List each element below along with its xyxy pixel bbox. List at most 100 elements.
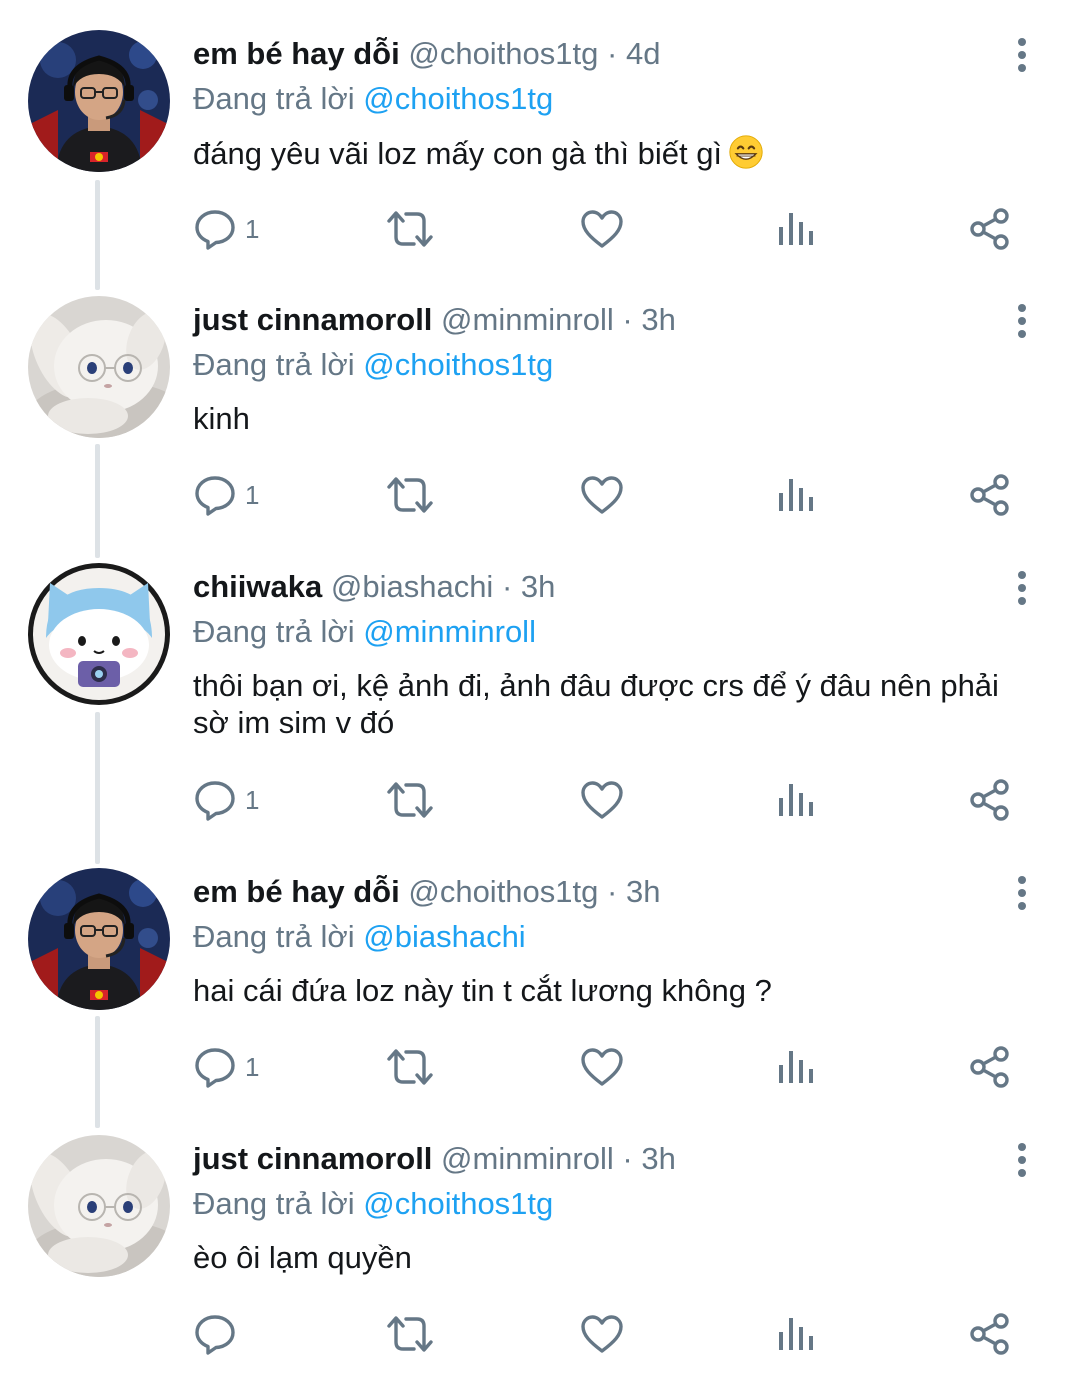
replying-to-label: Đang trả lời <box>193 614 355 649</box>
separator-dot: · <box>501 569 513 604</box>
like-button[interactable] <box>580 770 624 830</box>
tweet-reply[interactable]: chiiwaka @biashachi · 3h Đang trả lời @m… <box>0 533 1080 838</box>
mention-link[interactable]: @biashachi <box>363 919 525 954</box>
mention-link[interactable]: @choithos1tg <box>363 1186 553 1221</box>
tweet-text-content: èo ôi lạm quyền <box>193 1240 412 1275</box>
reply-icon <box>193 473 237 517</box>
tweet-text: thôi bạn ơi, kệ ảnh đi, ảnh đâu được crs… <box>193 667 1043 741</box>
timestamp[interactable]: 4d <box>626 36 660 71</box>
like-icon <box>580 778 624 822</box>
tweet-header: em bé hay dỗi @choithos1tg · 3h <box>193 872 660 912</box>
avatar[interactable] <box>28 868 170 1010</box>
user-handle[interactable]: @choithos1tg <box>408 36 598 71</box>
replying-to-label: Đang trả lời <box>193 347 355 382</box>
timestamp[interactable]: 3h <box>641 302 675 337</box>
more-options-icon[interactable] <box>1010 304 1034 338</box>
user-handle[interactable]: @biashachi <box>331 569 493 604</box>
reply-count: 1 <box>245 1051 260 1082</box>
analytics-button[interactable] <box>775 465 815 525</box>
reply-button[interactable]: 1 <box>193 199 259 259</box>
retweet-icon <box>385 778 435 822</box>
share-button[interactable] <box>968 770 1012 830</box>
display-name[interactable]: just cinnamoroll <box>193 302 432 337</box>
display-name[interactable]: em bé hay dỗi <box>193 36 400 71</box>
grinning-face-emoji <box>728 134 764 178</box>
retweet-button[interactable] <box>385 770 435 830</box>
mention-link[interactable]: @choithos1tg <box>363 81 553 116</box>
like-icon <box>580 1045 624 1089</box>
action-bar: 1 <box>0 465 1080 525</box>
like-icon <box>580 473 624 517</box>
tweet-text-content: hai cái đứa loz này tin t cắt lương khôn… <box>193 973 772 1008</box>
display-name[interactable]: chiiwaka <box>193 569 322 604</box>
more-options-icon[interactable] <box>1010 38 1034 72</box>
share-button[interactable] <box>968 465 1012 525</box>
share-button[interactable] <box>968 1037 1012 1097</box>
avatar[interactable] <box>28 30 170 172</box>
share-icon <box>968 778 1012 822</box>
analytics-icon <box>775 1314 815 1354</box>
separator-dot: · <box>607 36 618 71</box>
tweet-reply[interactable]: em bé hay dỗi @choithos1tg · 4d Đang trả… <box>0 0 1080 270</box>
tweet-text: kinh <box>193 400 1043 437</box>
analytics-button[interactable] <box>775 1037 815 1097</box>
user-handle[interactable]: @choithos1tg <box>408 874 598 909</box>
display-name[interactable]: just cinnamoroll <box>193 1141 432 1176</box>
timestamp[interactable]: 3h <box>641 1141 675 1176</box>
user-handle[interactable]: @minminroll <box>441 1141 614 1176</box>
retweet-button[interactable] <box>385 199 435 259</box>
analytics-icon <box>775 780 815 820</box>
like-button[interactable] <box>580 1304 624 1364</box>
retweet-button[interactable] <box>385 1304 435 1364</box>
avatar[interactable] <box>28 563 170 705</box>
retweet-button[interactable] <box>385 465 435 525</box>
tweet-header: just cinnamoroll @minminroll · 3h <box>193 1139 676 1179</box>
like-icon <box>580 1312 624 1356</box>
mention-link[interactable]: @choithos1tg <box>363 347 553 382</box>
tweet-reply[interactable]: em bé hay dỗi @choithos1tg · 3h Đang trả… <box>0 838 1080 1108</box>
share-icon <box>968 1045 1012 1089</box>
analytics-icon <box>775 475 815 515</box>
like-icon <box>580 207 624 251</box>
avatar[interactable] <box>28 1135 170 1277</box>
like-button[interactable] <box>580 199 624 259</box>
retweet-button[interactable] <box>385 1037 435 1097</box>
more-options-icon[interactable] <box>1010 1143 1034 1177</box>
reply-button[interactable] <box>193 1304 245 1364</box>
avatar[interactable] <box>28 296 170 438</box>
reply-icon <box>193 778 237 822</box>
user-handle[interactable]: @minminroll <box>441 302 614 337</box>
more-options-icon[interactable] <box>1010 571 1034 605</box>
replying-to-label: Đang trả lời <box>193 81 355 116</box>
tweet-reply[interactable]: just cinnamoroll @minminroll · 3h Đang t… <box>0 266 1080 536</box>
analytics-button[interactable] <box>775 770 815 830</box>
retweet-icon <box>385 473 435 517</box>
reply-count: 1 <box>245 213 260 244</box>
timestamp[interactable]: 3h <box>626 874 660 909</box>
analytics-icon <box>775 209 815 249</box>
tweet-reply[interactable]: just cinnamoroll @minminroll · 3h Đang t… <box>0 1105 1080 1380</box>
reply-button[interactable]: 1 <box>193 1037 259 1097</box>
share-button[interactable] <box>968 199 1012 259</box>
reply-icon <box>193 1312 237 1356</box>
tweet-text-content: kinh <box>193 401 250 436</box>
analytics-button[interactable] <box>775 1304 815 1364</box>
reply-count: 1 <box>245 479 260 510</box>
like-button[interactable] <box>580 1037 624 1097</box>
like-button[interactable] <box>580 465 624 525</box>
share-icon <box>968 1312 1012 1356</box>
share-button[interactable] <box>968 1304 1012 1364</box>
share-icon <box>968 473 1012 517</box>
reply-button[interactable]: 1 <box>193 465 259 525</box>
mention-link[interactable]: @minminroll <box>363 614 536 649</box>
reply-button[interactable]: 1 <box>193 770 259 830</box>
replying-to-label: Đang trả lời <box>193 1186 355 1221</box>
more-options-icon[interactable] <box>1010 876 1034 910</box>
replying-to: Đang trả lời @choithos1tg <box>193 1184 553 1224</box>
analytics-icon <box>775 1047 815 1087</box>
retweet-icon <box>385 207 435 251</box>
timestamp[interactable]: 3h <box>521 569 555 604</box>
display-name[interactable]: em bé hay dỗi <box>193 874 400 909</box>
analytics-button[interactable] <box>775 199 815 259</box>
reply-count: 1 <box>245 784 260 815</box>
